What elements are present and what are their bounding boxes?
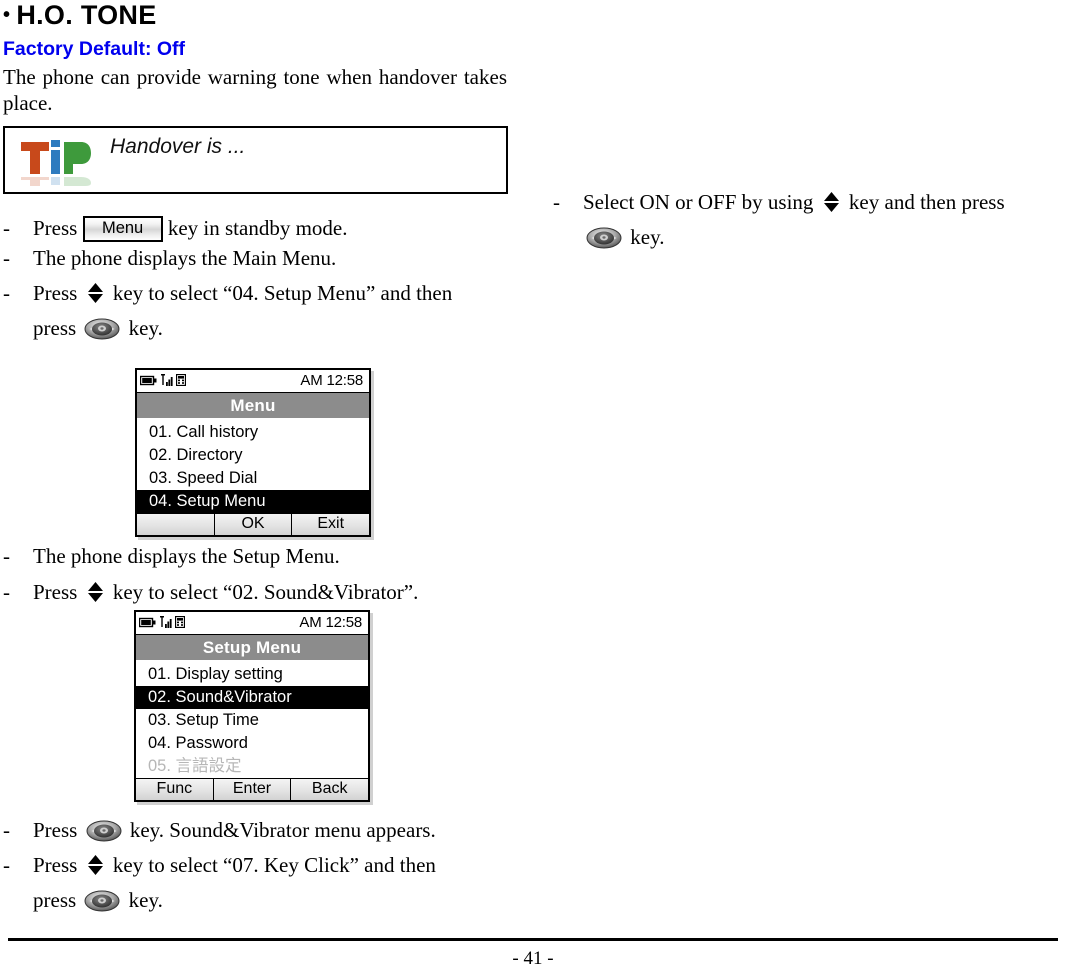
step-dash: - [3,281,10,305]
step-text-a: Press [33,281,78,305]
step-dash: - [3,580,10,604]
softkey-right[interactable]: Exit [292,514,370,535]
step-line2: key. [583,225,1042,250]
signal-bars-icon [159,615,172,633]
step-text-d: key. [128,888,163,912]
phone-screen-menu: AM 12:58 Menu 01. Call history 02. Direc… [135,368,371,537]
updown-arrow-key-icon [86,282,105,304]
status-bar: AM 12:58 [136,612,368,635]
handset-icon [174,615,186,633]
step-dash: - [3,853,10,877]
step-text-b: key to select “04. Setup Menu” and then [112,281,453,305]
step-text-a: Press [33,580,78,604]
step-dash: - [3,216,10,240]
navigation-key-icon[interactable] [84,318,120,340]
step-dash: - [553,190,560,214]
page-title-text: H.O. TONE [16,0,157,30]
battery-icon [138,615,156,633]
step-line2: press key. [33,888,509,913]
step-select-key-click: - Press key to select “07. Key Click” an… [0,853,533,913]
navigation-key-icon[interactable] [84,890,120,912]
navigation-key-icon[interactable] [86,820,122,842]
step-text-a: Press [33,818,78,842]
softkey-center[interactable]: Enter [213,779,292,800]
list-item[interactable]: 03. Setup Time [136,709,368,732]
step-text-c: key. [630,225,665,249]
page-title: • H.O. TONE [0,0,533,30]
signal-bars-icon [160,373,173,391]
step-text-a: Press [33,853,78,877]
menu-key-button[interactable]: Menu [82,216,163,242]
step-text-d: key. [128,316,163,340]
navigation-key-icon[interactable] [586,227,622,249]
handset-icon [175,373,187,391]
screen-title: Menu [137,393,369,418]
intro-paragraph: The phone can provide warning tone when … [3,65,507,115]
step-press-nav-sound-menu: - Press key. Sound&Vibrator menu appears… [0,818,533,843]
setup-menu-list: 01. Display setting 02. Sound&Vibrator 0… [136,660,368,778]
tip-text: Handover is ... [110,135,246,158]
step-main-menu-shown: - The phone displays the Main Menu. [0,246,533,271]
factory-default-label: Factory Default: Off [3,38,186,60]
status-icons [139,373,187,391]
list-item-disabled[interactable]: 05. 言語設定 [136,755,368,778]
tip-box: Handover is ... [3,126,508,194]
screen-title: Setup Menu [136,635,368,660]
list-item[interactable]: 04. Password [136,732,368,755]
step-text-a: Select ON or OFF by using [583,190,814,214]
status-bar: AM 12:58 [137,370,369,393]
updown-arrow-key-icon [86,581,105,603]
steps-list-left: - Press Menu key in standby mode. - The … [0,216,533,341]
softkey-left[interactable] [137,514,215,535]
list-item[interactable]: 01. Call history [137,421,369,444]
footer-divider [8,938,1058,941]
step-text-b: key to select “02. Sound&Vibrator”. [112,580,419,604]
step-text-c: press [33,888,77,912]
bullet-glyph: • [3,4,11,26]
step-text-b: key. Sound&Vibrator menu appears. [129,818,436,842]
status-time: AM 12:58 [299,614,362,631]
step-dash: - [3,246,10,270]
status-icons [138,615,186,633]
list-item[interactable]: 01. Display setting [136,663,368,686]
softkey-center[interactable]: OK [214,514,293,535]
battery-icon [139,373,157,391]
step-dash: - [3,544,10,568]
tip-logo-icon [19,136,93,188]
page-number: - 41 - [512,948,554,969]
step-text: The phone displays the Setup Menu. [33,544,340,568]
steps-list-left-3: - Press key. Sound&Vibrator menu appears… [0,810,533,913]
left-column: • H.O. TONE Factory Default: Off The phon… [0,0,533,912]
step-text-b: key and then press [848,190,1005,214]
step-text-b: key to select “07. Key Click” and then [112,853,436,877]
manual-page: • H.O. TONE Factory Default: Off The phon… [0,0,1066,973]
list-item[interactable]: 03. Speed Dial [137,467,369,490]
step-text-a: Press [33,216,78,240]
list-item-selected[interactable]: 04. Setup Menu [137,490,369,513]
step-select-setup-menu: - Press key to select “04. Setup Menu” a… [0,281,533,341]
step-text-b: key in standby mode. [167,216,348,240]
phone-screen-setup-menu: AM 12:58 Setup Menu 01. Display setting … [134,610,370,802]
updown-arrow-key-icon [822,191,841,213]
steps-list-right: - Select ON or OFF by using key and then… [550,182,1066,250]
step-press-menu: - Press Menu key in standby mode. [0,216,533,242]
step-dash: - [3,818,10,842]
softkey-left[interactable]: Func [136,779,214,800]
menu-list: 01. Call history 02. Directory 03. Speed… [137,418,369,513]
steps-list-left-2: - The phone displays the Setup Menu. - P… [0,536,533,605]
step-setup-menu-shown: - The phone displays the Setup Menu. [0,544,533,569]
step-text-c: press [33,316,77,340]
step-text: The phone displays the Main Menu. [33,246,337,270]
softkey-bar: OK Exit [137,513,370,535]
step-select-sound-vibrator: - Press key to select “02. Sound&Vibrato… [0,580,533,605]
list-item[interactable]: 02. Directory [137,444,369,467]
list-item-selected[interactable]: 02. Sound&Vibrator [136,686,368,709]
softkey-right[interactable]: Back [291,779,369,800]
step-line2: press key. [33,316,509,341]
updown-arrow-key-icon [86,854,105,876]
softkey-bar: Func Enter Back [136,778,369,800]
status-time: AM 12:58 [300,372,363,389]
step-select-on-off: - Select ON or OFF by using key and then… [550,190,1066,250]
